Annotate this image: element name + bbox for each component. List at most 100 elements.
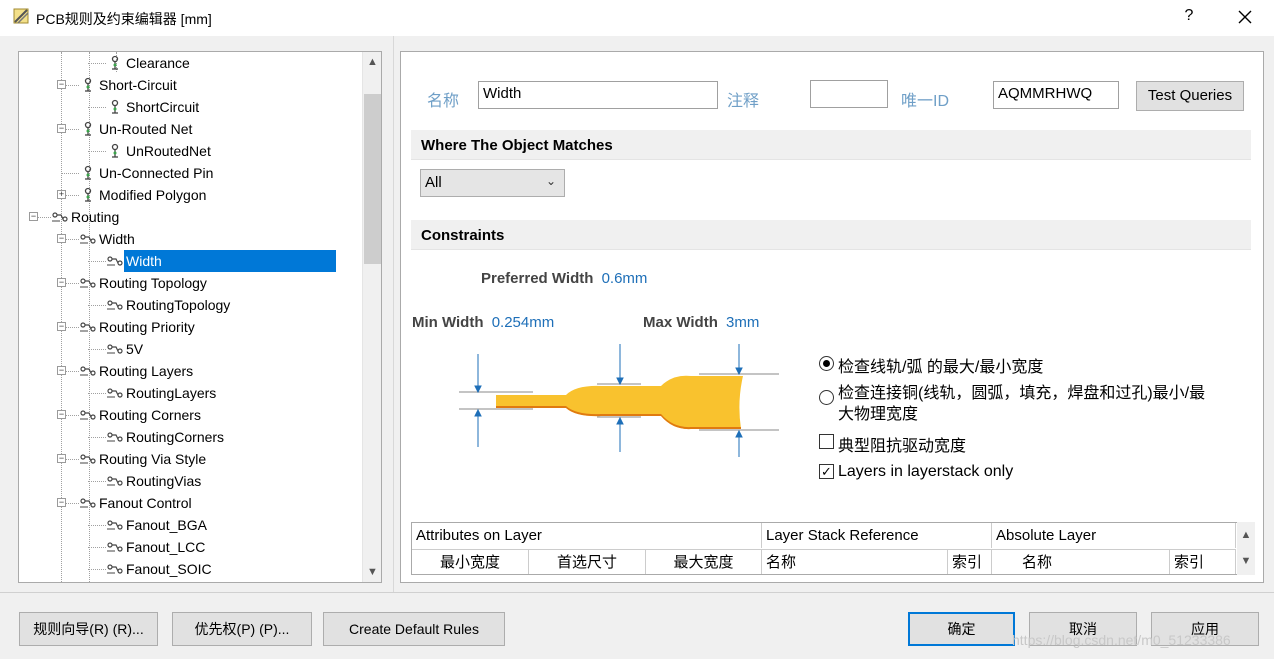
- tree-item[interactable]: − Routing Priority: [19, 316, 361, 338]
- tree-item[interactable]: − Routing Via Style: [19, 448, 361, 470]
- check-copper-width-radio[interactable]: [819, 390, 834, 405]
- layer-width-grid[interactable]: Attributes on Layer Layer Stack Referenc…: [411, 522, 1251, 575]
- tree-item[interactable]: 5V: [19, 338, 361, 360]
- tree-item-label: Un-Routed Net: [99, 121, 193, 137]
- attributes-on-layer-header: Attributes on Layer: [412, 523, 762, 548]
- tree-item[interactable]: RoutingCorners: [19, 426, 361, 448]
- layers-in-layerstack-only-label: Layers in layerstack only: [838, 463, 1014, 480]
- col-layer-stack-index[interactable]: 索引: [948, 549, 992, 574]
- collapse-icon[interactable]: −: [57, 454, 66, 463]
- tree-scroll-thumb[interactable]: [364, 94, 381, 264]
- tree-item[interactable]: − Routing Topology: [19, 272, 361, 294]
- tree-item-label: RoutingTopology: [126, 297, 231, 313]
- comment-field[interactable]: [810, 80, 888, 108]
- tree-guide-line: [88, 151, 106, 152]
- layers-in-layerstack-only-checkbox[interactable]: ✓: [819, 464, 834, 479]
- impedance-driven-width-checkbox[interactable]: [819, 434, 834, 449]
- preferred-width-caption: Preferred Width: [481, 270, 594, 287]
- collapse-icon[interactable]: −: [57, 322, 66, 331]
- tree-item[interactable]: Un-Connected Pin: [19, 162, 361, 184]
- tree-item[interactable]: RoutingVias: [19, 470, 361, 492]
- col-preferred-width[interactable]: 首选尺寸: [529, 549, 646, 574]
- tree-item[interactable]: ShortCircuit: [19, 96, 361, 118]
- col-absolute-name[interactable]: 名称: [992, 549, 1170, 574]
- collapse-icon[interactable]: −: [57, 410, 66, 419]
- rule-wizard-button[interactable]: 规则向导(R) (R)...: [19, 612, 158, 646]
- close-icon[interactable]: [1236, 8, 1254, 26]
- collapse-icon[interactable]: −: [57, 80, 66, 89]
- tree-item[interactable]: RoutingLayers: [19, 382, 361, 404]
- tree-item[interactable]: Fanout_LCC: [19, 536, 361, 558]
- grid-scrollbar[interactable]: ▲ ▼: [1237, 522, 1255, 575]
- check-track-arc-width-label: 检查线轨/弧 的最大/最小宽度: [838, 359, 1044, 376]
- checkmark-icon: ✓: [821, 464, 832, 479]
- tree-item[interactable]: RoutingTopology: [19, 294, 361, 316]
- tree-scrollbar[interactable]: ▲ ▼: [362, 52, 381, 582]
- create-default-rules-button[interactable]: Create Default Rules: [323, 612, 505, 646]
- col-min-width[interactable]: 最小宽度: [412, 549, 529, 574]
- collapse-icon[interactable]: −: [57, 278, 66, 287]
- tree-item[interactable]: Fanout_BGA: [19, 514, 361, 536]
- scroll-down-icon[interactable]: ▼: [1237, 548, 1255, 574]
- routing-rule-icon: [80, 322, 96, 332]
- tree-guide-line: [88, 261, 106, 262]
- tree-item[interactable]: − Routing: [19, 206, 361, 228]
- pcb-rules-app-icon: [13, 8, 29, 24]
- routing-rule-icon: [107, 432, 123, 442]
- col-layer-stack-name[interactable]: 名称: [762, 549, 948, 574]
- title-bar: PCB规则及约束编辑器 [mm] ?: [0, 0, 1274, 36]
- tree-item-label: RoutingCorners: [126, 429, 225, 445]
- scroll-up-icon[interactable]: ▲: [1237, 522, 1255, 548]
- check-track-arc-width-radio[interactable]: [819, 356, 834, 371]
- tree-guide-line: [88, 481, 106, 482]
- routing-rule-icon: [80, 410, 96, 420]
- routing-rule-icon: [80, 278, 96, 288]
- routing-rule-icon: [80, 454, 96, 464]
- unique-id-field[interactable]: AQMMRHWQ: [993, 81, 1119, 109]
- tree-item[interactable]: − Short-Circuit: [19, 74, 361, 96]
- tree-item[interactable]: Width: [19, 250, 361, 272]
- collapse-icon[interactable]: −: [57, 234, 66, 243]
- rule-category-icon: [84, 187, 92, 202]
- tree-item[interactable]: − Un-Routed Net: [19, 118, 361, 140]
- tree-item[interactable]: Fanout_SOIC: [19, 558, 361, 580]
- col-max-width[interactable]: 最大宽度: [646, 549, 762, 574]
- tree-item[interactable]: + Modified Polygon: [19, 184, 361, 206]
- rule-category-icon: [84, 121, 92, 136]
- tree-guide-line: [61, 173, 79, 174]
- collapse-icon[interactable]: −: [57, 498, 66, 507]
- tree-item[interactable]: UnRoutedNet: [19, 140, 361, 162]
- match-type-select[interactable]: All ⌄: [420, 169, 565, 197]
- where-object-matches-header: Where The Object Matches: [411, 130, 1251, 160]
- tree-item-label: Routing Topology: [99, 275, 207, 291]
- tree-item-label: Un-Connected Pin: [99, 165, 214, 181]
- help-button[interactable]: ?: [1180, 7, 1198, 25]
- rules-tree[interactable]: Clearance − Short-Circuit ShortCircuit − Un-R…: [18, 51, 382, 583]
- tree-item[interactable]: − Routing Corners: [19, 404, 361, 426]
- col-absolute-index[interactable]: 索引: [1170, 549, 1236, 574]
- rule-category-icon: [84, 165, 92, 180]
- name-label: 名称: [427, 93, 460, 110]
- test-queries-button[interactable]: Test Queries: [1136, 81, 1244, 111]
- preferred-width-value: 0.6mm: [601, 270, 648, 287]
- tree-item[interactable]: − Width: [19, 228, 361, 250]
- ok-button[interactable]: 确定: [908, 612, 1015, 646]
- collapse-icon[interactable]: −: [29, 212, 38, 221]
- rule-category-icon: [84, 77, 92, 92]
- tree-item-label: Modified Polygon: [99, 187, 207, 203]
- tree-item[interactable]: Clearance: [19, 52, 361, 74]
- tree-item-label: Routing Priority: [99, 319, 195, 335]
- tree-item[interactable]: − Routing Layers: [19, 360, 361, 382]
- collapse-icon[interactable]: −: [57, 124, 66, 133]
- name-field[interactable]: Width: [478, 81, 718, 109]
- routing-rule-icon: [107, 256, 123, 266]
- tree-item-label: Width: [124, 250, 336, 272]
- routing-rule-icon: [107, 520, 123, 530]
- scroll-down-icon[interactable]: ▼: [363, 562, 382, 582]
- collapse-icon[interactable]: −: [57, 366, 66, 375]
- scroll-up-icon[interactable]: ▲: [363, 52, 382, 72]
- width-diagram-illustration: [459, 344, 779, 457]
- expand-icon[interactable]: +: [57, 190, 66, 199]
- priorities-button[interactable]: 优先权(P) (P)...: [172, 612, 312, 646]
- tree-item[interactable]: − Fanout Control: [19, 492, 361, 514]
